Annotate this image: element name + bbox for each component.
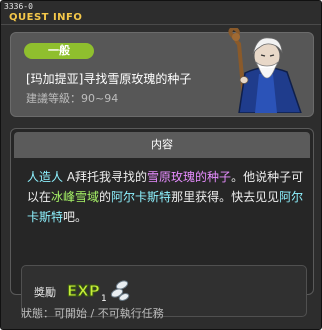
content-section-title: 内容: [14, 132, 310, 158]
item-name-highlight: 雪原玫瑰的种子: [147, 170, 232, 184]
npc-name-highlight: 阿尔卡斯特: [111, 190, 172, 204]
quest-id-label: 3336-0: [4, 2, 33, 11]
recommended-level: 建議等級：90~94: [26, 92, 119, 105]
desc-text: 的: [99, 190, 112, 204]
npc-name-highlight: 人造人: [27, 170, 64, 184]
quest-status: 狀態：可開始 / 不可執行任務: [21, 307, 164, 320]
seed-item-icon[interactable]: [108, 278, 132, 304]
title-divider: [1, 24, 321, 25]
category-badge: 一般: [24, 43, 94, 59]
reward-item-count: 1: [101, 294, 107, 304]
desc-text: A拜托我寻找的: [63, 170, 148, 184]
quest-description: 人造人 A拜托我寻找的雪原玫瑰的种子。他说种子可以在冰峰雪域的阿尔卡斯特那里获得…: [27, 167, 307, 227]
map-name-highlight: 冰峰雪域: [51, 190, 100, 204]
npc-portrait-icon: [228, 28, 302, 113]
window-title: QUEST INFO: [9, 12, 83, 23]
desc-text: 那里获得。快去见见: [171, 190, 280, 204]
quest-name: [玛加提亚]寻找雪原玫瑰的种子: [26, 72, 192, 86]
exp-text: EXP: [67, 282, 100, 300]
quest-info-window: 3336-0 QUEST INFO 一般 [玛加提亚]寻找雪原玫瑰的种子 建議等…: [0, 0, 322, 330]
desc-text: 吧。: [63, 210, 88, 224]
reward-label: 獎勵: [34, 286, 56, 299]
exp-icon[interactable]: EXP: [66, 280, 101, 301]
